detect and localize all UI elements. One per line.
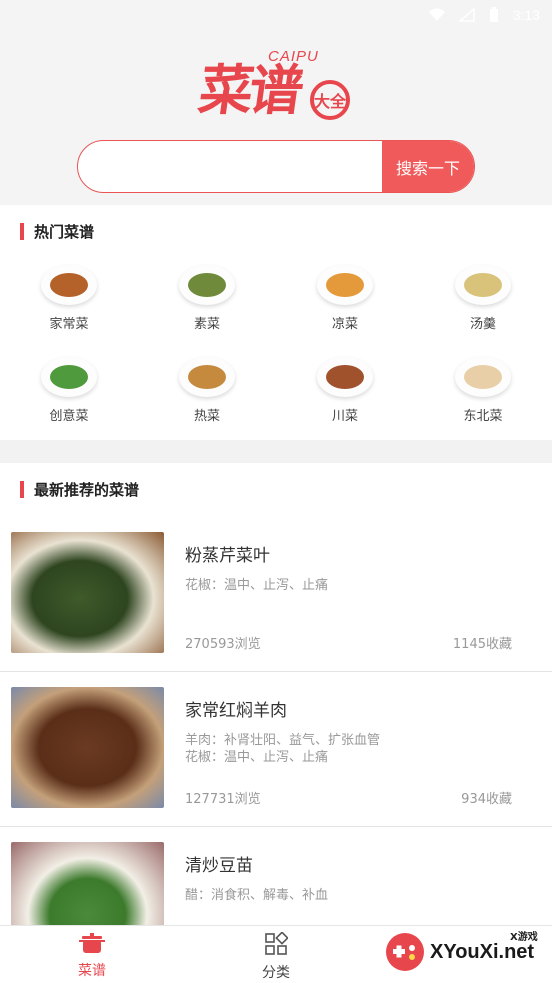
watermark: X游戏 XYouXi.net — [380, 925, 552, 983]
search-bar: 搜索一下 — [77, 140, 475, 193]
nav-categories[interactable]: 分类 — [236, 931, 316, 982]
recipe-desc: 花椒：温中、止泻、止痛 — [185, 578, 329, 593]
recipe-views: 270593浏览 — [185, 637, 261, 652]
recipe-favorites: 1145收藏 — [452, 637, 512, 652]
category-soup[interactable]: 汤羹 — [414, 265, 552, 345]
category-vegetarian[interactable]: 素菜 — [138, 265, 276, 345]
category-label: 素菜 — [193, 317, 220, 332]
category-label: 东北菜 — [463, 409, 503, 424]
category-hot-dish[interactable]: 热菜 — [138, 357, 276, 437]
signal-icon — [458, 8, 475, 22]
wifi-icon — [428, 8, 445, 21]
category-label: 热菜 — [193, 409, 220, 424]
status-bar: 3:13 — [0, 0, 552, 30]
battery-icon — [489, 7, 498, 22]
watermark-text: XYouXi.net — [430, 941, 535, 963]
category-label: 家常菜 — [49, 317, 89, 332]
recommend-section: 最新推荐的菜谱 粉蒸芹菜叶 花椒：温中、止泻、止痛 270593浏览 1145收… — [0, 463, 552, 963]
header: 3:13 菜谱 CAIPU 大全 搜索一下 — [0, 0, 552, 205]
category-label: 汤羹 — [469, 317, 496, 332]
recipe-views: 127731浏览 — [185, 792, 261, 807]
category-home-style[interactable]: 家常菜 — [0, 265, 138, 345]
recommend-title: 最新推荐的菜谱 — [20, 479, 139, 499]
dish-image — [179, 265, 235, 305]
search-button[interactable]: 搜索一下 — [382, 141, 474, 192]
category-northeast[interactable]: 东北菜 — [414, 357, 552, 437]
recipe-name: 清炒豆苗 — [185, 856, 253, 876]
dish-image — [455, 357, 511, 397]
recipe-card[interactable]: 家常红焖羊肉 羊肉：补肾壮阳、益气、扩张血管 花椒：温中、止泻、止痛 12773… — [0, 672, 552, 827]
recipe-card[interactable]: 清炒豆苗 醋：消食积、解毒、补血 — [0, 827, 552, 963]
category-creative[interactable]: 创意菜 — [0, 357, 138, 437]
nav-categories-label: 分类 — [262, 965, 290, 981]
grid-category-icon — [265, 931, 289, 955]
recipe-card[interactable]: 粉蒸芹菜叶 花椒：温中、止泻、止痛 270593浏览 1145收藏 — [0, 517, 552, 672]
gamepad-logo-icon — [386, 933, 424, 971]
app-logo: 菜谱 CAIPU 大全 — [195, 44, 360, 126]
category-cold-dish[interactable]: 凉菜 — [276, 265, 414, 345]
nav-recipes-label: 菜谱 — [78, 963, 106, 979]
search-input[interactable] — [78, 141, 384, 192]
dish-image — [179, 357, 235, 397]
recipe-desc: 醋：消食积、解毒、补血 — [185, 888, 329, 903]
dish-image — [455, 265, 511, 305]
dish-image — [317, 357, 373, 397]
hot-recipes-section: 热门菜谱 家常菜 素菜 凉菜 汤羹 创意菜 热菜 川菜 东北菜 — [0, 205, 552, 440]
hot-recipes-title: 热门菜谱 — [20, 221, 94, 241]
dish-image — [41, 265, 97, 305]
recipe-thumbnail — [11, 687, 164, 808]
category-label: 川菜 — [331, 409, 358, 424]
dish-image — [41, 357, 97, 397]
pot-icon — [79, 933, 105, 953]
nav-recipes[interactable]: 菜谱 — [52, 932, 132, 980]
category-label: 凉菜 — [331, 317, 358, 332]
recipe-desc: 羊肉：补肾壮阳、益气、扩张血管 花椒：温中、止泻、止痛 — [185, 733, 381, 765]
recipe-name: 粉蒸芹菜叶 — [185, 546, 270, 566]
recipe-name: 家常红焖羊肉 — [185, 701, 287, 721]
logo-badge: 大全 — [310, 80, 350, 120]
logo-en-text: CAIPU — [268, 48, 319, 65]
category-label: 创意菜 — [49, 409, 89, 424]
category-sichuan[interactable]: 川菜 — [276, 357, 414, 437]
recipe-thumbnail — [11, 532, 164, 653]
dish-image — [317, 265, 373, 305]
status-time: 3:13 — [512, 7, 540, 23]
recipe-favorites: 934收藏 — [461, 792, 512, 807]
